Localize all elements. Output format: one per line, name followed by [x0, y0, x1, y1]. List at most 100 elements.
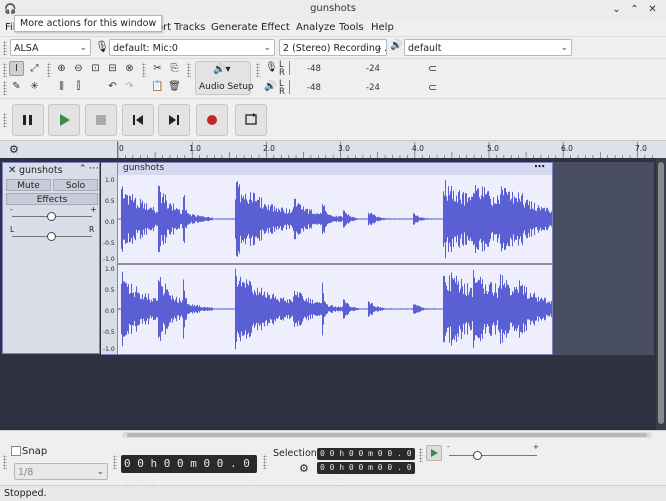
input-device-select[interactable]: default: Mic:0 ⌄ — [109, 39, 275, 56]
copy-icon[interactable]: ⎘ — [167, 61, 182, 76]
envelope-tool-icon[interactable]: ⤢ — [27, 61, 42, 76]
stop-button[interactable] — [85, 104, 117, 136]
solo-button[interactable]: Solo — [53, 179, 98, 191]
pause-button[interactable] — [12, 104, 44, 136]
toolbar-grip[interactable] — [3, 113, 7, 127]
clip-frame — [117, 162, 553, 355]
playback-meter-speaker-icon[interactable]: 🔊 — [264, 81, 276, 92]
toolbar-grip[interactable] — [3, 41, 7, 55]
toolbar-grip[interactable] — [256, 63, 260, 77]
toolbar-grip[interactable] — [47, 63, 51, 77]
ruler-tick-label: 1.0 — [189, 144, 201, 153]
collapse-track-icon[interactable]: ⌃ — [79, 164, 87, 174]
toolbar-grip[interactable] — [3, 81, 7, 95]
clip-indicator-icon: ⊂ — [428, 62, 438, 75]
zoom-toggle-icon[interactable]: ⊗ — [122, 61, 137, 76]
undo-icon[interactable]: ↶ — [105, 79, 120, 94]
menu-analyze[interactable]: Analyze — [296, 22, 335, 33]
maximize-icon[interactable]: ⌃ — [628, 3, 641, 16]
menu-help[interactable]: Help — [371, 22, 394, 33]
skip-to-end-icon — [169, 115, 179, 125]
output-device-select[interactable]: default ⌄ — [404, 39, 572, 56]
pan-right-label: R — [89, 225, 95, 234]
record-meter-tick: -48 — [307, 64, 321, 74]
vertical-scrollbar-thumb[interactable] — [658, 162, 664, 424]
play-button[interactable] — [48, 104, 80, 136]
chevron-down-icon: ⌄ — [96, 467, 104, 477]
toolbar-grip[interactable] — [263, 455, 267, 469]
loop-button[interactable] — [235, 104, 267, 136]
close-icon[interactable]: ✕ — [646, 3, 659, 16]
record-meter[interactable]: -48 -24 ⊂ — [289, 61, 438, 75]
toolbar-grip[interactable] — [3, 63, 7, 77]
gain-slider-thumb[interactable] — [47, 212, 56, 221]
fit-selection-icon[interactable]: ⊡ — [88, 61, 103, 76]
vertical-scrollbar[interactable] — [656, 158, 666, 430]
menu-tools[interactable]: Tools — [339, 22, 364, 33]
skip-to-start-button[interactable] — [122, 104, 154, 136]
silence-audio-icon[interactable]: ⫿ — [71, 79, 86, 94]
ruler-tick-label: 6.0 — [561, 144, 573, 153]
toolbar-grip[interactable] — [187, 63, 191, 77]
menu-generate[interactable]: Generate — [211, 22, 258, 33]
snap-checkbox[interactable] — [11, 446, 21, 456]
playback-speed-slider-thumb[interactable] — [473, 451, 482, 460]
audio-setup-button[interactable]: 🔊▾ Audio Setup — [195, 61, 254, 95]
speaker-icon: 🔊▾ — [213, 64, 231, 75]
selection-tool-icon[interactable]: I — [9, 61, 24, 76]
audio-host-select[interactable]: ALSA ⌄ — [10, 39, 91, 56]
snap-to-select[interactable]: 1/8 ⌄ — [14, 463, 108, 480]
effects-button[interactable]: Effects — [6, 193, 98, 205]
mute-button[interactable]: Mute — [6, 179, 51, 191]
toolbar-grip[interactable] — [3, 455, 7, 469]
delete-icon[interactable]: 🗑 — [167, 79, 182, 94]
horizontal-scrollbar-thumb[interactable] — [127, 433, 647, 437]
paste-icon[interactable]: 📋 — [150, 79, 165, 94]
ruler-tick-label: 7.0 — [635, 144, 647, 153]
fit-project-icon[interactable]: ⊟ — [105, 61, 120, 76]
clip-indicator-icon: ⊂ — [428, 81, 438, 94]
track-control-panel[interactable]: ✕ gunshots ⌃ ⋯ Mute Solo Effects - + L R — [2, 162, 100, 354]
trim-audio-icon[interactable]: ⫼ — [54, 79, 69, 94]
toolbar-grip[interactable] — [113, 455, 117, 469]
timeline-ruler[interactable]: ⚙ 0 1.0 2.0 3.0 4.0 5.0 6.0 7.0 — [0, 140, 666, 160]
skip-to-end-button[interactable] — [158, 104, 190, 136]
pan-slider-thumb[interactable] — [47, 232, 56, 241]
draw-tool-icon[interactable]: ✎ — [9, 79, 24, 94]
ruler-tick-label: 2.0 — [263, 144, 275, 153]
play-at-speed-button[interactable] — [426, 445, 442, 461]
track-menu-icon[interactable]: ⋯ — [89, 163, 99, 174]
transport-toolbar — [0, 98, 666, 141]
redo-icon[interactable]: ↷ — [122, 79, 137, 94]
menu-effect[interactable]: Effect — [261, 22, 290, 33]
selection-end-field[interactable]: 0 0 h 0 0 m 0 0 . 0 0 0 s ▾ — [317, 462, 415, 484]
zoom-in-icon[interactable]: ⊕ — [54, 61, 69, 76]
recording-channels-select[interactable]: 2 (Stereo) Recording ... ⌄ — [279, 39, 387, 56]
vertical-scale[interactable]: 1.0 0.5 0.0 -0.5 -1.0 1.0 0.5 0.0 -0.5 -… — [101, 162, 117, 355]
toolbar-grip[interactable] — [419, 448, 423, 462]
audio-host-value: ALSA — [14, 43, 39, 54]
time-display[interactable]: 0 0 h 0 0 m 0 0 . 0 0 0 s ▾ — [121, 455, 257, 488]
multi-tool-icon[interactable]: ✳ — [27, 79, 42, 94]
track-empty-area[interactable] — [553, 162, 654, 355]
selection-label: Selection — [273, 448, 317, 459]
record-button[interactable] — [196, 104, 228, 136]
status-bar: Stopped. — [0, 485, 666, 501]
playback-speed-slider-track[interactable] — [449, 455, 537, 456]
record-meter-mic-icon[interactable]: 🎙 — [265, 62, 278, 73]
minimize-icon[interactable]: ⌄ — [610, 3, 623, 16]
scale-label: 0.0 — [105, 219, 115, 226]
zoom-out-icon[interactable]: ⊖ — [71, 61, 86, 76]
horizontal-scrollbar[interactable] — [122, 432, 652, 438]
track-name[interactable]: gunshots — [19, 165, 63, 176]
close-track-icon[interactable]: ✕ — [8, 165, 16, 176]
speed-plus-label: + — [533, 443, 539, 451]
output-device-value: default — [408, 43, 442, 54]
menu-tracks[interactable]: Tracks — [174, 22, 205, 33]
selection-start-field[interactable]: 0 0 h 0 0 m 0 0 . 0 0 0 s▾ — [317, 448, 415, 470]
ruler-tick-label: 5.0 — [487, 144, 499, 153]
selection-settings-icon[interactable]: ⚙ — [299, 462, 309, 475]
playback-meter[interactable]: -48 -24 ⊂ — [289, 80, 438, 94]
toolbar-grip[interactable] — [142, 63, 146, 77]
cut-icon[interactable]: ✂ — [150, 61, 165, 76]
